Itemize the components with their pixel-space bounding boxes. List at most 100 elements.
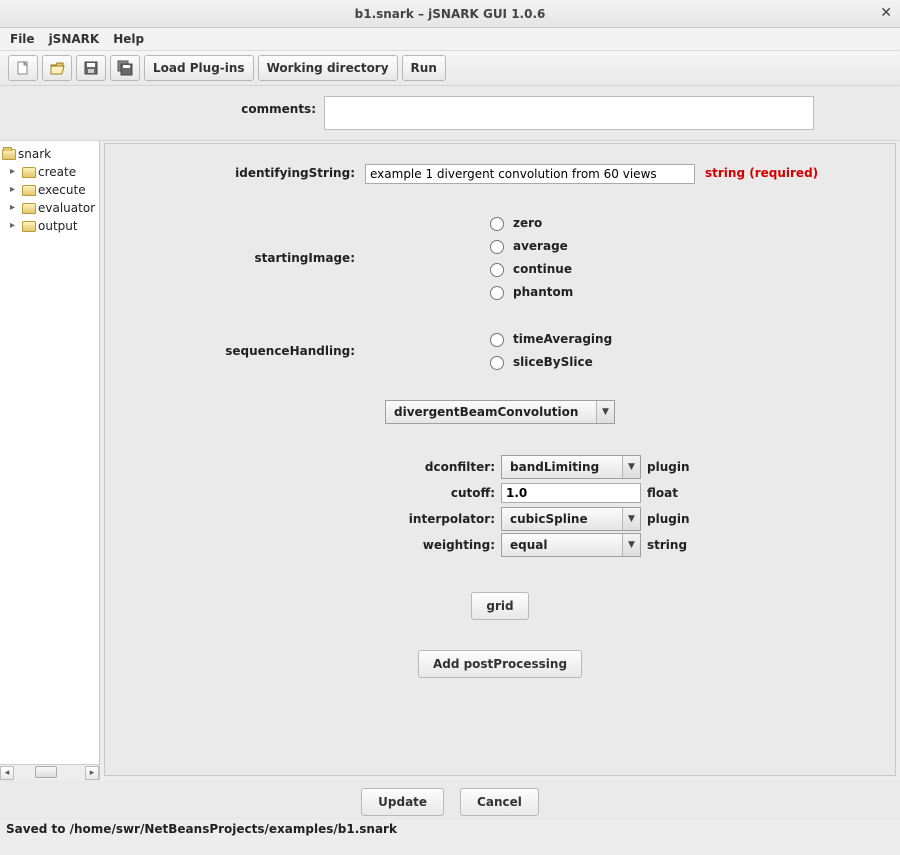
row-starting-image: startingImage: zero average continue pha…	[135, 214, 865, 300]
grid-button[interactable]: grid	[471, 592, 528, 620]
save-all-icon[interactable]	[110, 55, 140, 81]
menu-jsnark[interactable]: jSNARK	[49, 32, 100, 46]
update-button[interactable]: Update	[361, 788, 444, 816]
row-sequence-handling: sequenceHandling: timeAveraging sliceByS…	[135, 330, 865, 370]
radio-zero[interactable]	[490, 217, 504, 231]
comments-input[interactable]	[324, 96, 814, 130]
scroll-right-icon[interactable]: ▸	[85, 766, 99, 780]
tree-root-label: snark	[18, 145, 51, 163]
sequence-option-time-averaging[interactable]: timeAveraging	[485, 330, 612, 347]
identifying-string-hint: string (required)	[705, 164, 818, 180]
row-identifying-string: identifyingString: string (required)	[135, 164, 865, 184]
toolbar: Load Plug-ins Working directory Run	[0, 51, 900, 86]
radio-average[interactable]	[490, 240, 504, 254]
radio-label: sliceBySlice	[513, 355, 593, 369]
close-icon[interactable]: ✕	[880, 5, 892, 21]
dconfilter-label: dconfilter:	[395, 460, 495, 474]
interpolator-suffix: plugin	[647, 512, 690, 526]
folder-icon	[22, 167, 36, 178]
folder-icon	[22, 221, 36, 232]
starting-image-label: startingImage:	[135, 249, 365, 265]
starting-image-group: zero average continue phantom	[365, 214, 573, 300]
comments-label: comments:	[86, 102, 316, 116]
cutoff-suffix: float	[647, 486, 678, 500]
identifying-string-input[interactable]	[365, 164, 695, 184]
row-cutoff: cutoff: float	[395, 480, 865, 506]
starting-image-option-zero[interactable]: zero	[485, 214, 573, 231]
row-weighting: weighting: equal ▼ string	[395, 532, 865, 558]
menubar: File jSNARK Help	[0, 28, 900, 51]
weighting-select[interactable]: equal ▼	[501, 533, 641, 557]
expand-icon[interactable]: ▸	[10, 217, 20, 235]
tree-item-execute[interactable]: ▸ execute	[2, 181, 97, 199]
new-file-icon[interactable]	[8, 55, 38, 81]
sequence-option-slice-by-slice[interactable]: sliceBySlice	[485, 353, 612, 370]
row-interpolator: interpolator: cubicSpline ▼ plugin	[395, 506, 865, 532]
save-icon[interactable]	[76, 55, 106, 81]
chevron-down-icon: ▼	[596, 401, 614, 423]
scrollbar-thumb[interactable]	[35, 766, 56, 778]
run-button[interactable]: Run	[402, 55, 446, 81]
tree-item-create[interactable]: ▸ create	[2, 163, 97, 181]
grid-row: grid	[135, 592, 865, 620]
scrollbar-track[interactable]	[14, 766, 85, 780]
algorithm-value: divergentBeamConvolution	[386, 405, 596, 419]
interpolator-label: interpolator:	[395, 512, 495, 526]
chevron-down-icon: ▼	[622, 508, 640, 530]
identifying-string-label: identifyingString:	[135, 164, 365, 180]
form-panel: identifyingString: string (required) sta…	[104, 143, 896, 776]
tree-item-label: evaluator	[38, 199, 95, 217]
cutoff-label: cutoff:	[395, 486, 495, 500]
row-dconfilter: dconfilter: bandLimiting ▼ plugin	[395, 454, 865, 480]
weighting-suffix: string	[647, 538, 687, 552]
title-bar: b1.snark – jSNARK GUI 1.0.6 ✕	[0, 0, 900, 28]
folder-icon	[22, 203, 36, 214]
sequence-handling-label: sequenceHandling:	[135, 342, 365, 358]
tree-item-label: execute	[38, 181, 86, 199]
radio-time-averaging[interactable]	[490, 333, 504, 347]
tree-item-evaluator[interactable]: ▸ evaluator	[2, 199, 97, 217]
chevron-down-icon: ▼	[622, 534, 640, 556]
radio-phantom[interactable]	[490, 286, 504, 300]
dconfilter-suffix: plugin	[647, 460, 690, 474]
window-title: b1.snark – jSNARK GUI 1.0.6	[355, 7, 546, 21]
open-file-icon[interactable]	[42, 55, 72, 81]
add-postprocessing-row: Add postProcessing	[135, 650, 865, 678]
scroll-left-icon[interactable]: ◂	[0, 766, 14, 780]
folder-icon	[2, 149, 16, 160]
load-plugins-button[interactable]: Load Plug-ins	[144, 55, 254, 81]
comments-bar: comments:	[0, 86, 900, 140]
weighting-label: weighting:	[395, 538, 495, 552]
menu-file[interactable]: File	[10, 32, 35, 46]
expand-icon[interactable]: ▸	[10, 181, 20, 199]
footer-buttons: Update Cancel	[0, 780, 900, 820]
status-bar: Saved to /home/swr/NetBeansProjects/exam…	[0, 820, 900, 838]
tree-root[interactable]: snark	[2, 145, 97, 163]
algorithm-select[interactable]: divergentBeamConvolution ▼	[385, 400, 615, 424]
body-split: snark ▸ create ▸ execute ▸ evaluator ▸ o…	[0, 140, 900, 780]
radio-label: phantom	[513, 285, 573, 299]
dconfilter-select[interactable]: bandLimiting ▼	[501, 455, 641, 479]
radio-continue[interactable]	[490, 263, 504, 277]
starting-image-option-phantom[interactable]: phantom	[485, 283, 573, 300]
starting-image-option-average[interactable]: average	[485, 237, 573, 254]
cancel-button[interactable]: Cancel	[460, 788, 539, 816]
tree-item-output[interactable]: ▸ output	[2, 217, 97, 235]
working-directory-button[interactable]: Working directory	[258, 55, 398, 81]
radio-label: average	[513, 239, 568, 253]
chevron-down-icon: ▼	[622, 456, 640, 478]
algorithm-row: divergentBeamConvolution ▼	[135, 400, 865, 424]
cutoff-input[interactable]	[501, 483, 641, 503]
add-postprocessing-button[interactable]: Add postProcessing	[418, 650, 582, 678]
horizontal-scrollbar[interactable]: ◂ ▸	[0, 764, 99, 780]
tree-item-label: create	[38, 163, 76, 181]
radio-slice-by-slice[interactable]	[490, 356, 504, 370]
starting-image-option-continue[interactable]: continue	[485, 260, 573, 277]
tree: snark ▸ create ▸ execute ▸ evaluator ▸ o…	[0, 141, 99, 764]
expand-icon[interactable]: ▸	[10, 163, 20, 181]
interpolator-select[interactable]: cubicSpline ▼	[501, 507, 641, 531]
expand-icon[interactable]: ▸	[10, 199, 20, 217]
weighting-value: equal	[502, 538, 622, 552]
menu-help[interactable]: Help	[113, 32, 144, 46]
sequence-handling-group: timeAveraging sliceBySlice	[365, 330, 612, 370]
